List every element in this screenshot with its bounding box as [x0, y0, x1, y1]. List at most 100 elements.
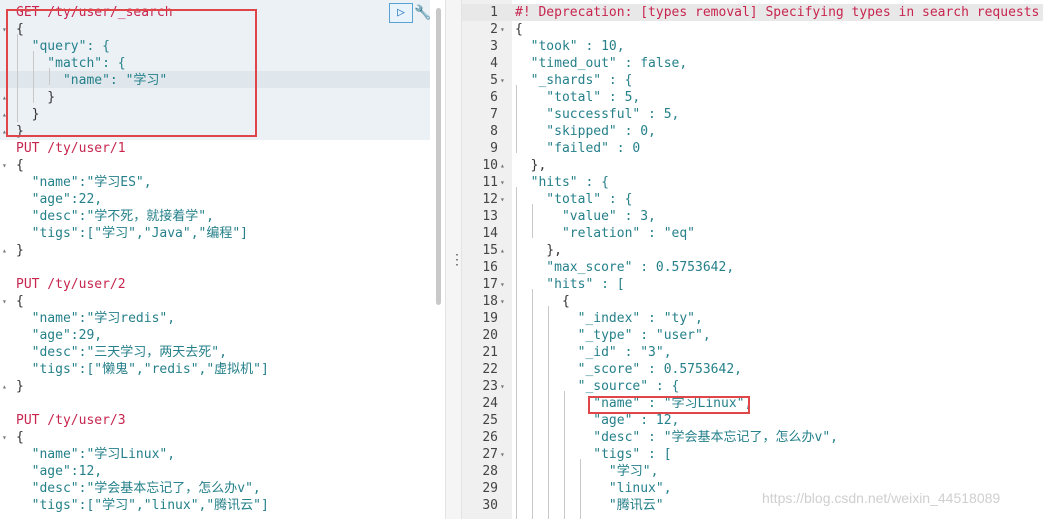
line-number: 14	[482, 226, 498, 241]
response-line-text: "relation" : "eq"	[515, 226, 696, 241]
line-number: 8	[490, 124, 498, 139]
request-line[interactable]: "tigs":["学习","Java","编程"]	[0, 225, 430, 242]
request-settings-button[interactable]: 🔧	[414, 3, 432, 23]
response-line-text: #! Deprecation: [types removal] Specifyi…	[515, 5, 1043, 20]
line-number: 18	[482, 294, 498, 309]
response-line: 27 ▾ "tigs" : [	[462, 446, 1043, 463]
response-line-text: "successful" : 5,	[515, 107, 680, 122]
request-line[interactable]: "name":"学习ES",	[0, 174, 430, 191]
fold-toggle-icon[interactable]: ▾	[500, 21, 510, 38]
fold-toggle-icon[interactable]: ▾	[500, 293, 510, 310]
response-line-text: "skipped" : 0,	[515, 124, 656, 139]
request-line[interactable]: PUT /ty/user/1	[0, 140, 430, 157]
request-line-text: PUT /ty/user/2	[16, 277, 126, 292]
pane-splitter[interactable]: ⋮	[445, 0, 464, 519]
response-line-text: "_id" : "3",	[515, 345, 672, 360]
request-line[interactable]: ▾{	[0, 157, 430, 174]
request-line[interactable]: "tigs":["学习","linux","腾讯云"]	[0, 497, 430, 514]
response-line-text: },	[515, 158, 547, 173]
line-number: 30	[482, 498, 498, 513]
line-number: 28	[482, 464, 498, 479]
request-line[interactable]: "desc":"学会基本忘记了，怎么办v",	[0, 480, 430, 497]
response-line: 7 "successful" : 5,	[462, 106, 1043, 123]
fold-toggle-icon[interactable]: ▾	[500, 446, 510, 463]
response-line: 28 "学习",	[462, 463, 1043, 480]
fold-toggle-icon[interactable]: ▾	[500, 276, 510, 293]
response-line: 23 ▾ "_source" : {	[462, 378, 1043, 395]
request-line-text: PUT /ty/user/3	[16, 413, 126, 428]
request-line-text: "name":"学习redis",	[16, 311, 176, 326]
response-line: 9 "failed" : 0	[462, 140, 1043, 157]
response-line-text: {	[515, 22, 523, 37]
request-line-text: "desc":"学会基本忘记了，怎么办v",	[16, 481, 261, 496]
request-line-text: {	[16, 158, 24, 173]
fold-toggle-icon[interactable]: ▾	[500, 378, 510, 395]
request-line[interactable]: "desc":"学不死，就接着学",	[0, 208, 430, 225]
drag-handle-icon[interactable]: ⋮	[450, 250, 464, 270]
request-line[interactable]: ▴}	[0, 242, 430, 259]
response-line-text: "腾讯云"	[515, 498, 664, 513]
fold-toggle-icon[interactable]: ▴	[0, 378, 14, 395]
response-line: 11 ▾ "hits" : {	[462, 174, 1043, 191]
response-line: 6 "total" : 5,	[462, 89, 1043, 106]
fold-toggle-icon[interactable]: ▴	[500, 242, 510, 259]
line-number: 1	[490, 5, 498, 20]
response-line-text: },	[515, 243, 562, 258]
request-line[interactable]	[0, 259, 430, 276]
request-line[interactable]: ▾{	[0, 293, 430, 310]
line-number: 5	[490, 73, 498, 88]
response-viewer[interactable]: 1 #! Deprecation: [types removal] Specify…	[462, 0, 1043, 519]
fold-toggle-icon[interactable]: ▴	[0, 242, 14, 259]
request-line[interactable]: "age":12,	[0, 463, 430, 480]
fold-toggle-icon[interactable]: ▾	[500, 191, 510, 208]
request-line[interactable]: ▴}	[0, 378, 430, 395]
response-line: 5 ▾ "_shards" : {	[462, 72, 1043, 89]
response-line-text: {	[515, 294, 570, 309]
annotation-box-result-name	[588, 396, 750, 414]
response-line-text: "total" : {	[515, 192, 633, 207]
request-line[interactable]: "name":"学习redis",	[0, 310, 430, 327]
watermark: https://blog.csdn.net/weixin_44518089	[762, 490, 1001, 506]
fold-toggle-icon[interactable]: ▴	[500, 157, 510, 174]
request-line[interactable]: "tigs":["懒鬼","redis","虚拟机"]	[0, 361, 430, 378]
line-number: 4	[490, 56, 498, 71]
request-line[interactable]: PUT /ty/user/3	[0, 412, 430, 429]
line-number: 16	[482, 260, 498, 275]
response-line: 21 "_id" : "3",	[462, 344, 1043, 361]
fold-toggle-icon[interactable]: ▾	[0, 429, 14, 446]
line-number: 25	[482, 413, 498, 428]
response-line-text: "_score" : 0.5753642,	[515, 362, 742, 377]
request-line[interactable]: "age":22,	[0, 191, 430, 208]
response-line-text: "desc" : "学会基本忘记了，怎么办v",	[515, 430, 839, 445]
line-number: 23	[482, 379, 498, 394]
line-number: 3	[490, 39, 498, 54]
response-line-text: "tigs" : [	[515, 447, 672, 462]
request-line[interactable]: "age":29,	[0, 327, 430, 344]
fold-toggle-icon[interactable]: ▾	[0, 293, 14, 310]
line-number: 22	[482, 362, 498, 377]
request-editor[interactable]: GET /ty/user/_search ▾{ "query": { "match…	[0, 0, 445, 519]
request-line[interactable]: PUT /ty/user/2	[0, 276, 430, 293]
line-number: 13	[482, 209, 498, 224]
request-line-text: {	[16, 430, 24, 445]
send-request-button[interactable]: ▷	[389, 3, 413, 23]
request-line-text: }	[16, 243, 24, 258]
line-number: 10	[482, 158, 498, 173]
wrench-icon: 🔧	[414, 5, 432, 21]
request-line[interactable]: "desc":"三天学习，两天去死",	[0, 344, 430, 361]
request-line-text: "name":"学习Linux",	[16, 447, 176, 462]
request-line[interactable]	[0, 395, 430, 412]
response-line: 22 "_score" : 0.5753642,	[462, 361, 1043, 378]
request-line-text: "desc":"三天学习，两天去死",	[16, 345, 227, 360]
fold-toggle-icon[interactable]: ▾	[500, 174, 510, 191]
response-line: 2 ▾ {	[462, 21, 1043, 38]
response-line-text: "failed" : 0	[515, 141, 641, 156]
fold-toggle-icon[interactable]: ▾	[0, 157, 14, 174]
response-line: 8 "skipped" : 0,	[462, 123, 1043, 140]
fold-toggle-icon[interactable]: ▾	[500, 72, 510, 89]
request-scrollbar[interactable]	[436, 8, 441, 305]
request-line[interactable]: ▾{	[0, 429, 430, 446]
line-number: 29	[482, 481, 498, 496]
request-line[interactable]: "name":"学习Linux",	[0, 446, 430, 463]
response-line: 24 "name" : "学习Linux",	[462, 395, 1043, 412]
